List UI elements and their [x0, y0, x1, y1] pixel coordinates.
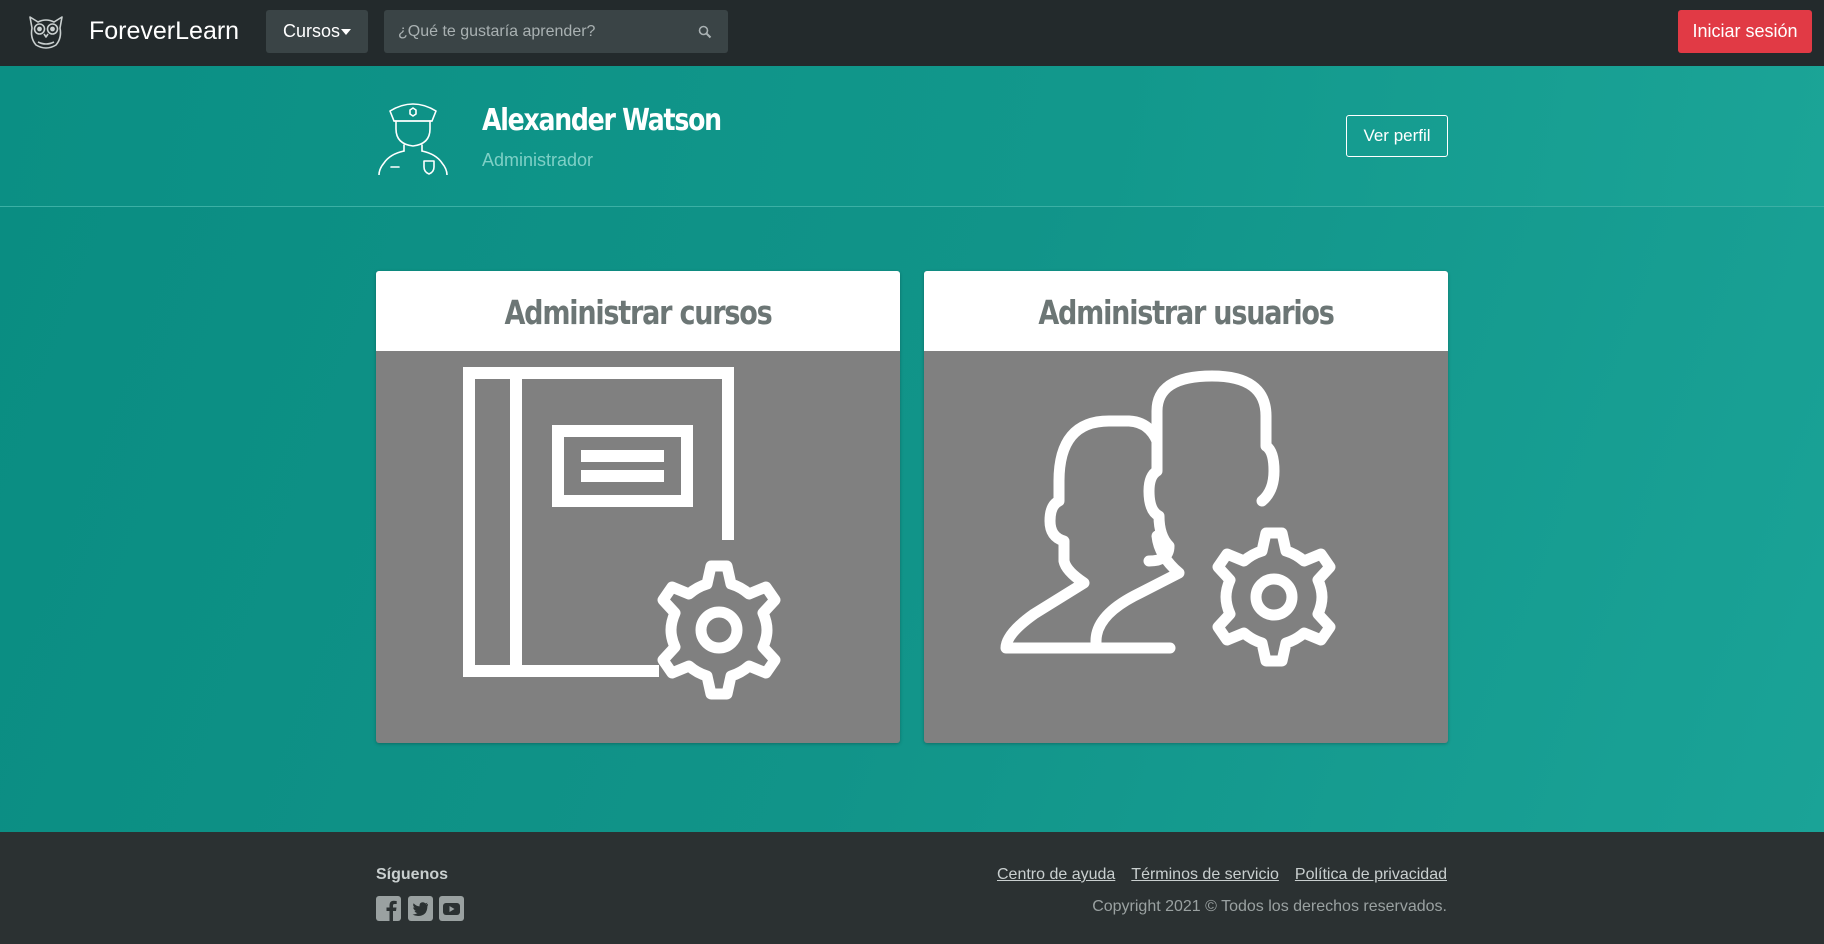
top-navbar: ForeverLearn Cursos Iniciar sesión: [0, 0, 1824, 66]
footer-links: Centro de ayuda Términos de servicio Pol…: [997, 865, 1447, 885]
card-title: Administrar usuarios: [1038, 293, 1335, 332]
manage-courses-card[interactable]: Administrar cursos: [376, 271, 900, 743]
profile-header: Alexander Watson Administrador Ver perfi…: [0, 66, 1824, 207]
user-role: Administrador: [482, 150, 594, 170]
help-center-link[interactable]: Centro de ayuda: [997, 865, 1115, 885]
login-button[interactable]: Iniciar sesión: [1678, 10, 1812, 53]
courses-dropdown-button[interactable]: Cursos: [266, 10, 368, 53]
police-officer-icon: [378, 103, 448, 175]
follow-us-label: Síguenos: [376, 866, 449, 883]
search-input[interactable]: [384, 10, 684, 53]
manage-users-card[interactable]: Administrar usuarios: [924, 271, 1448, 743]
facebook-icon[interactable]: [376, 896, 401, 921]
courses-dropdown-label: Cursos: [283, 21, 341, 41]
copyright-text: Copyright 2021 © Todos los derechos rese…: [1092, 898, 1447, 915]
users-settings-icon: [1000, 370, 1336, 667]
twitter-icon[interactable]: [408, 896, 433, 921]
terms-of-service-link[interactable]: Términos de servicio: [1131, 865, 1279, 885]
book-settings-icon: [463, 367, 781, 700]
card-title: Administrar cursos: [504, 293, 772, 332]
brand-name[interactable]: ForeverLearn: [89, 16, 239, 46]
card-header: Administrar usuarios: [924, 271, 1448, 351]
search-icon[interactable]: [698, 25, 712, 39]
main-content: Administrar cursos Administrar usuarios: [0, 207, 1824, 832]
view-profile-button[interactable]: Ver perfil: [1346, 115, 1448, 157]
owl-icon[interactable]: [26, 12, 66, 52]
user-name: Alexander Watson: [482, 103, 722, 138]
privacy-policy-link[interactable]: Política de privacidad: [1295, 865, 1447, 885]
youtube-icon[interactable]: [439, 896, 464, 921]
search-box: [384, 10, 728, 53]
caret-down-icon: [341, 29, 351, 35]
card-header: Administrar cursos: [376, 271, 900, 351]
footer: Síguenos Centro de ayuda Términos de ser…: [0, 832, 1824, 944]
